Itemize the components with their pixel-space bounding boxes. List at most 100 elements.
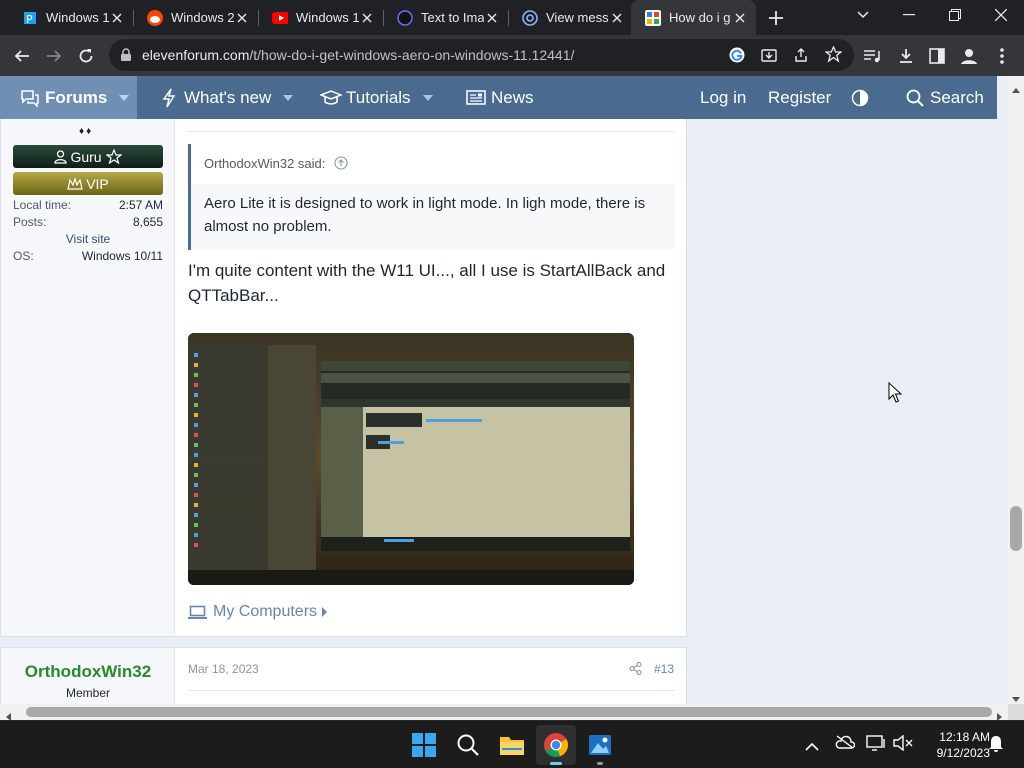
post-number[interactable]: #13	[654, 662, 674, 676]
lock-icon[interactable]	[120, 48, 132, 67]
scrollbar-corner	[1008, 704, 1024, 720]
graduation-cap-icon	[320, 87, 342, 109]
mouse-cursor-icon	[888, 381, 903, 408]
attached-screenshot-image[interactable]	[188, 333, 634, 585]
minimize-button[interactable]	[886, 0, 932, 30]
tab-3[interactable]: Windows 1	[258, 0, 383, 35]
theme-toggle-icon[interactable]	[851, 76, 869, 119]
open-app-indicator	[597, 762, 603, 765]
back-button[interactable]	[6, 40, 38, 72]
download-icon	[900, 49, 912, 63]
stat-posts: Posts: 8,655	[13, 215, 163, 229]
close-tab-icon[interactable]	[359, 10, 375, 26]
side-panel-button[interactable]	[921, 40, 953, 72]
chrome-icon	[544, 733, 568, 757]
arrow-right-icon	[47, 50, 62, 62]
new-tab-button[interactable]	[766, 8, 786, 28]
url-path: /t/how-do-i-get-windows-aero-on-windows-…	[249, 47, 575, 63]
at-sign-icon	[522, 9, 538, 26]
file-explorer-button[interactable]	[492, 725, 532, 765]
visit-site-link[interactable]: Visit site	[13, 232, 163, 246]
reading-list-button[interactable]	[856, 40, 888, 72]
taskbar-search-button[interactable]	[448, 725, 488, 765]
address-bar[interactable]: elevenforum.com/t/how-do-i-get-windows-a…	[109, 39, 854, 71]
onedrive-icon[interactable]	[835, 735, 856, 754]
nav-tutorials[interactable]: Tutorials	[320, 76, 433, 119]
elevenforum-icon	[645, 9, 661, 26]
nav-search[interactable]: Search	[904, 76, 984, 119]
rank-badge: Guru	[13, 145, 163, 168]
arrow-up-circle-icon[interactable]	[334, 156, 348, 175]
tab-5[interactable]: View messa	[508, 0, 633, 35]
close-tab-icon[interactable]	[609, 10, 625, 26]
install-app-icon[interactable]	[761, 47, 777, 68]
notifications-bell-icon[interactable]	[988, 735, 1004, 758]
nav-login[interactable]: Log in	[700, 76, 746, 119]
chrome-taskbar-button[interactable]	[536, 725, 576, 765]
system-clock[interactable]: 12:18 AM 9/12/2023	[918, 729, 990, 761]
downloads-button[interactable]	[890, 40, 922, 72]
horizontal-scrollbar[interactable]	[0, 704, 1008, 721]
google-lens-icon[interactable]	[729, 47, 745, 68]
quote-block: OrthodoxWin32 said: Aero Lite it is desi…	[188, 144, 675, 250]
chevron-down-icon[interactable]	[422, 94, 433, 101]
diamond-icons: ♦♦	[79, 126, 94, 137]
post-message: I'm quite content with the W11 UI..., al…	[188, 261, 666, 305]
tab-4[interactable]: Text to Ima	[383, 0, 508, 35]
search-icon	[904, 87, 926, 109]
reload-icon	[79, 49, 93, 63]
restore-icon	[949, 9, 961, 21]
post-date[interactable]: Mar 18, 2023	[188, 662, 259, 676]
chevron-down-icon[interactable]	[119, 94, 130, 101]
browser-toolbar: elevenforum.com/t/how-do-i-get-windows-a…	[0, 35, 1024, 76]
nav-news[interactable]: News	[465, 76, 534, 119]
close-tab-icon[interactable]	[484, 10, 500, 26]
youtube-icon	[272, 10, 288, 26]
bookmark-star-icon[interactable]	[824, 45, 843, 68]
my-computers-link[interactable]: My Computers	[188, 601, 329, 623]
nav-register[interactable]: Register	[768, 76, 831, 119]
show-hidden-icons-button[interactable]	[805, 738, 819, 756]
chevron-down-icon[interactable]	[283, 94, 294, 101]
share-icon[interactable]	[793, 47, 809, 68]
share-post-icon[interactable]	[629, 661, 642, 680]
forward-button[interactable]	[38, 40, 70, 72]
nav-whats-new-label: What's new	[184, 87, 272, 107]
quote-author[interactable]: OrthodoxWin32 said:	[204, 156, 325, 171]
profile-button[interactable]	[953, 40, 985, 72]
close-window-button[interactable]	[978, 0, 1024, 30]
tab-search-button[interactable]	[840, 0, 886, 30]
tab-1[interactable]: P Windows 1	[8, 0, 133, 35]
tab-title: Windows 1	[46, 10, 109, 25]
photos-icon	[589, 735, 611, 755]
vertical-scrollbar[interactable]	[1008, 76, 1024, 704]
volume-muted-icon[interactable]	[893, 734, 913, 756]
reload-button[interactable]	[70, 40, 102, 72]
start-button[interactable]	[404, 725, 444, 765]
photos-taskbar-button[interactable]	[580, 725, 620, 765]
tab-title: Text to Ima	[421, 10, 484, 25]
nav-whats-new[interactable]: What's new	[158, 76, 294, 119]
post-user-sidebar: ♦♦ Guru VIP Local time: 2:57 AM Posts: 8,6…	[1, 77, 175, 636]
close-tab-icon[interactable]	[234, 10, 250, 26]
post-username[interactable]: OrthodoxWin32	[13, 662, 163, 682]
display-network-icon[interactable]	[866, 734, 888, 757]
minimize-icon	[903, 14, 915, 16]
close-tab-icon[interactable]	[732, 10, 748, 26]
scroll-up-arrow-icon[interactable]	[1012, 80, 1020, 98]
tab-6-active[interactable]: How do i g	[631, 0, 756, 35]
user-title: Member	[65, 686, 110, 700]
clock-date: 9/12/2023	[936, 746, 990, 760]
nav-forums[interactable]: Forums	[19, 76, 130, 119]
close-tab-icon[interactable]	[109, 10, 125, 26]
vertical-scroll-thumb[interactable]	[1010, 506, 1022, 551]
nav-tutorials-label: Tutorials	[346, 87, 411, 107]
browser-menu-button[interactable]	[986, 40, 1018, 72]
chevron-up-icon	[805, 742, 819, 751]
tab-2[interactable]: Windows 2	[133, 0, 258, 35]
svg-text:P: P	[26, 13, 33, 26]
restore-button[interactable]	[932, 0, 978, 30]
folder-icon	[500, 737, 524, 755]
horizontal-scroll-thumb[interactable]	[26, 707, 992, 717]
url-text[interactable]: elevenforum.com/t/how-do-i-get-windows-a…	[142, 47, 574, 63]
